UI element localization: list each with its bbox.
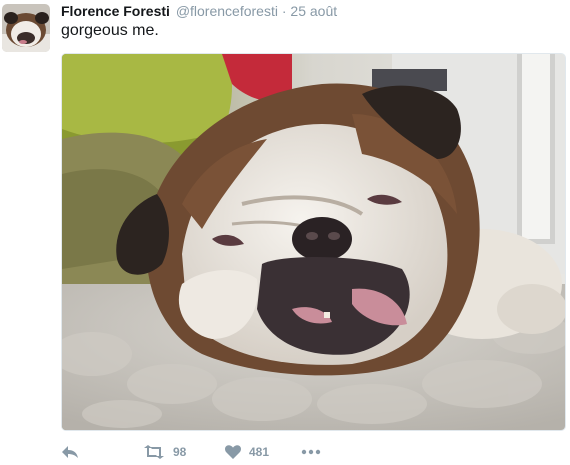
tweet-date[interactable]: 25 août: [290, 3, 337, 19]
more-icon: [301, 449, 321, 455]
avatar[interactable]: [2, 4, 50, 52]
author-handle[interactable]: @florenceforesti: [176, 3, 278, 19]
tweet-media[interactable]: [61, 53, 566, 431]
like-count: 481: [249, 445, 270, 459]
separator: ·: [281, 3, 287, 19]
author-name[interactable]: Florence Foresti: [61, 3, 170, 19]
heart-icon: [225, 445, 241, 459]
like-button[interactable]: 481: [225, 444, 269, 460]
bulldog-photo: [62, 54, 565, 430]
reply-icon: [62, 446, 78, 458]
more-button[interactable]: [301, 444, 321, 460]
avatar-image: [2, 4, 50, 52]
retweet-icon: [144, 445, 164, 459]
retweet-count: 98: [173, 445, 187, 459]
reply-button[interactable]: [61, 444, 79, 460]
tweet-header: Florence Foresti @florenceforesti · 25 a…: [61, 2, 337, 20]
tweet-text: gorgeous me.: [61, 22, 159, 39]
retweet-button[interactable]: 98: [143, 444, 186, 460]
